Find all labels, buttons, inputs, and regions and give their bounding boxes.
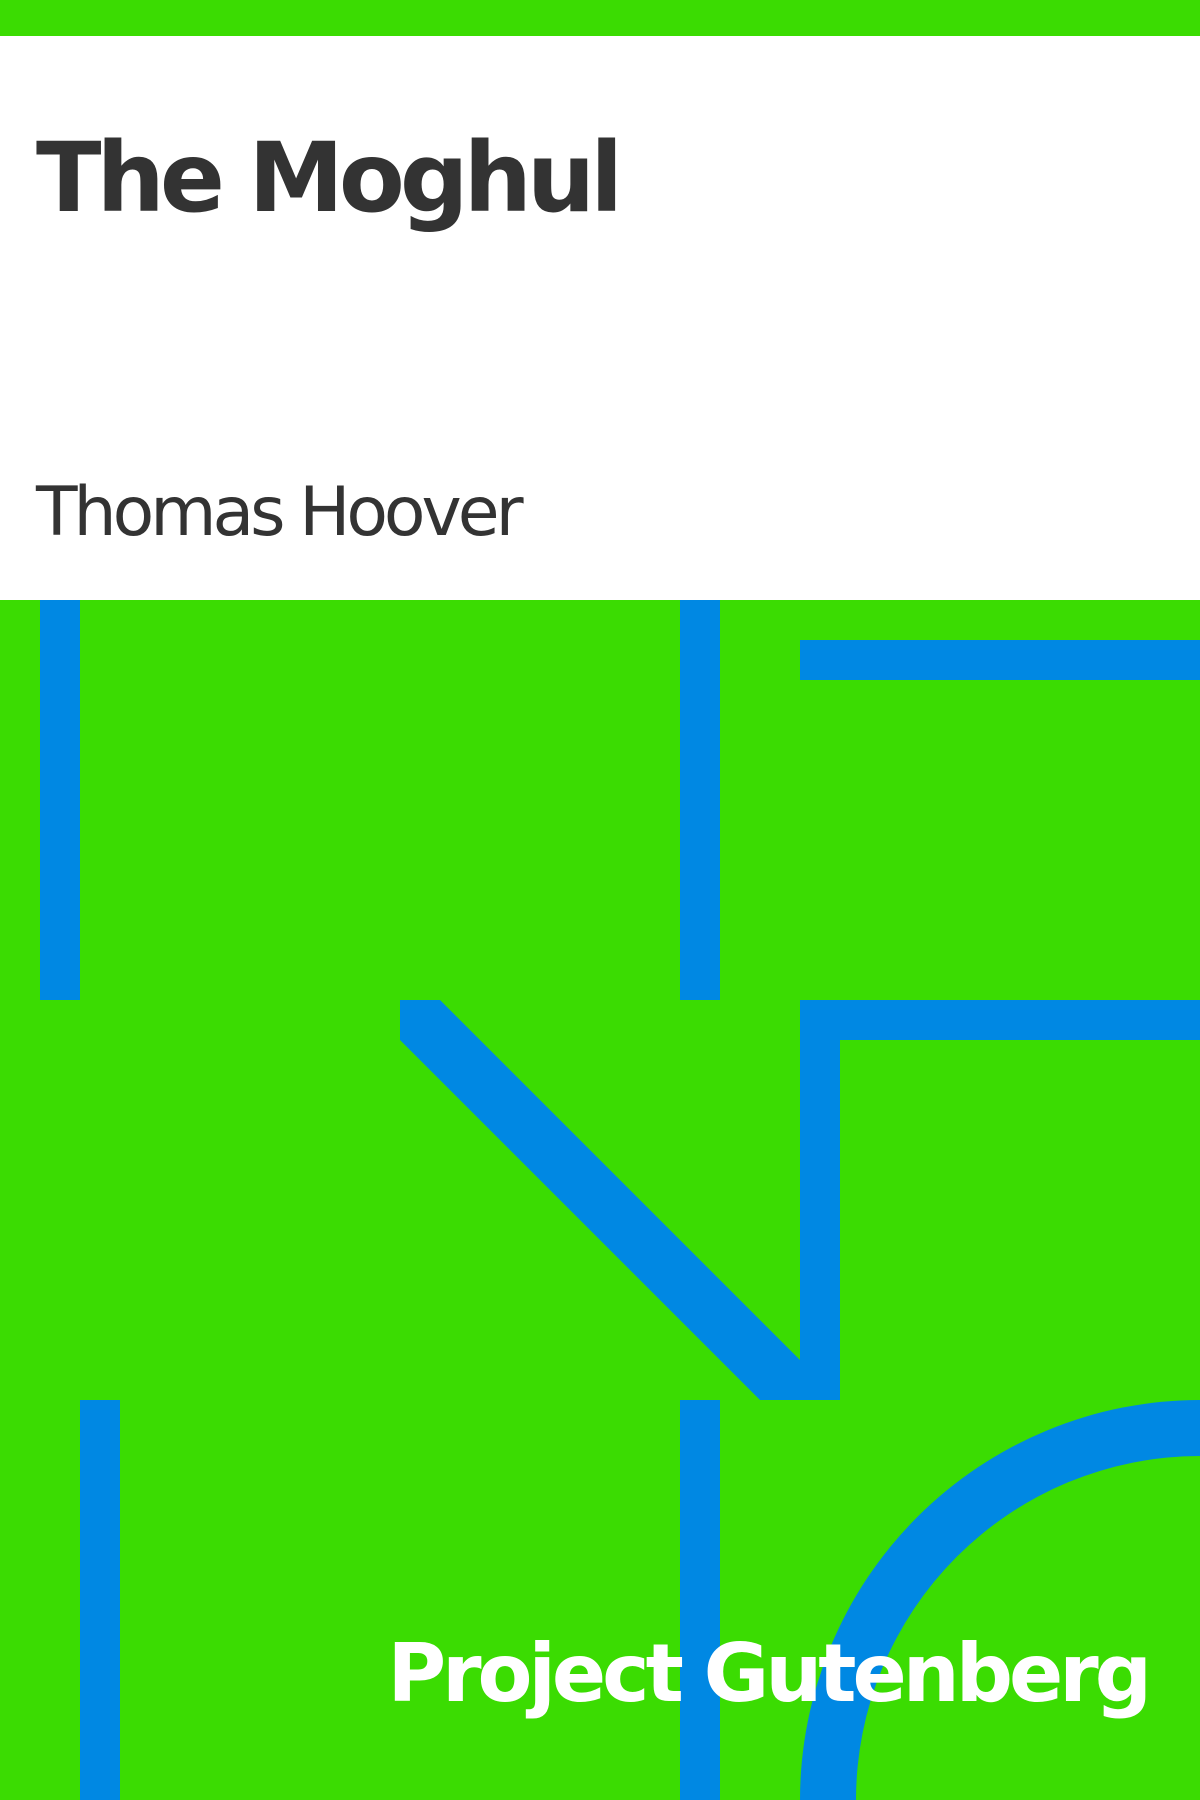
book-cover: The Moghul Thomas Hoover Project Gutenbe…: [0, 0, 1200, 1800]
diagonal-stroke: [400, 1000, 800, 1400]
corner-bar-vertical: [800, 1000, 840, 1400]
vertical-bar-mid-top: [680, 600, 720, 1000]
vertical-bar-mid-bottom: [680, 1400, 720, 1800]
vertical-bar-left-bottom: [80, 1400, 120, 1800]
publisher-name: Project Gutenberg: [387, 1627, 1152, 1720]
vertical-bar-left-top: [40, 600, 80, 1000]
corner-bar-horizontal: [800, 1000, 1200, 1040]
horizontal-bar-top-right: [800, 640, 1200, 680]
quarter-circle-arc: [800, 1400, 1200, 1800]
cover-artwork: [40, 600, 1200, 1800]
